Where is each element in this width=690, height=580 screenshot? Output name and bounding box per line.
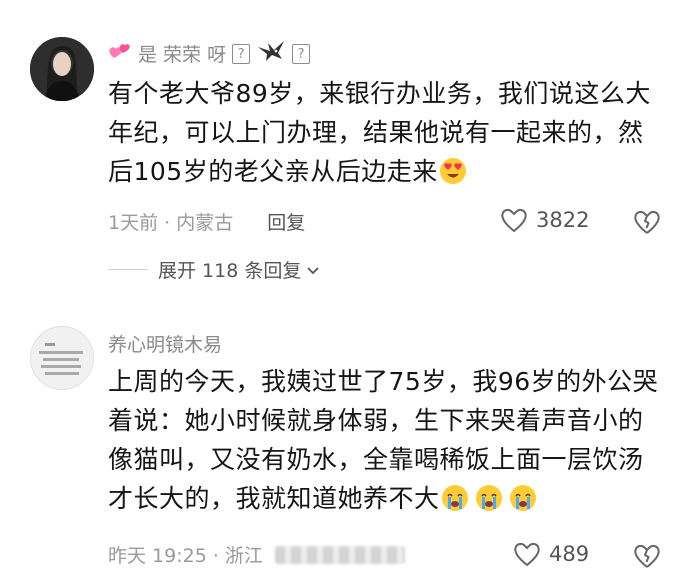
- divider-line: [108, 269, 148, 270]
- reply-button[interactable]: 回复: [267, 208, 305, 235]
- avatar[interactable]: [30, 326, 94, 390]
- chevron-down-icon: [307, 266, 319, 274]
- pink-hearts-icon: [108, 41, 132, 66]
- obscured-reply-area: [274, 545, 405, 564]
- like-button[interactable]: 3822: [500, 207, 589, 233]
- like-count: 489: [549, 542, 590, 566]
- comment-thread: 是 荣荣 呀 ? ? 有个老大爷89岁，来银行办业务，我们说这么大年纪，可以上门…: [0, 0, 690, 580]
- crying-face-emoji-icon: [440, 483, 470, 524]
- unknown-glyph-icon: ?: [232, 43, 251, 64]
- broken-heart-icon: [634, 210, 660, 234]
- crying-face-emoji-icon: [508, 483, 538, 524]
- avatar[interactable]: [30, 37, 94, 101]
- broken-heart-icon: [634, 544, 660, 568]
- like-count: 3822: [536, 208, 590, 232]
- username-text: 是 荣荣 呀: [138, 44, 227, 66]
- comment-text: 有个老大爷89岁，来银行办业务，我们说这么大年纪，可以上门办理，结果他说有一起来…: [108, 74, 668, 197]
- dislike-button[interactable]: [632, 542, 662, 570]
- comment-meta: 1天前 · 内蒙古 回复: [108, 208, 305, 235]
- dislike-button[interactable]: [632, 208, 662, 236]
- like-button[interactable]: 489: [513, 541, 589, 567]
- expand-replies-label: 展开 118 条回复: [158, 260, 302, 282]
- unknown-glyph-icon: ?: [292, 43, 311, 64]
- username[interactable]: 是 荣荣 呀 ? ?: [108, 39, 311, 68]
- comment-text: 上周的今天，我姨过世了75岁，我96岁的外公哭着说：她小时候就身体弱，生下来哭着…: [108, 362, 668, 524]
- comment-meta: 昨天 19:25 · 浙江: [108, 541, 405, 568]
- eagle-icon: [256, 39, 286, 68]
- crying-face-emoji-icon: [474, 483, 504, 524]
- expand-replies-button[interactable]: 展开 118 条回复: [108, 256, 321, 283]
- heart-eyes-emoji-icon: [438, 156, 468, 197]
- username[interactable]: 养心明镜木易: [108, 330, 222, 357]
- time-location: 1天前 · 内蒙古: [108, 212, 234, 234]
- heart-outline-icon: [514, 542, 540, 567]
- time-location: 昨天 19:25 · 浙江: [108, 545, 263, 567]
- heart-outline-icon: [501, 208, 527, 233]
